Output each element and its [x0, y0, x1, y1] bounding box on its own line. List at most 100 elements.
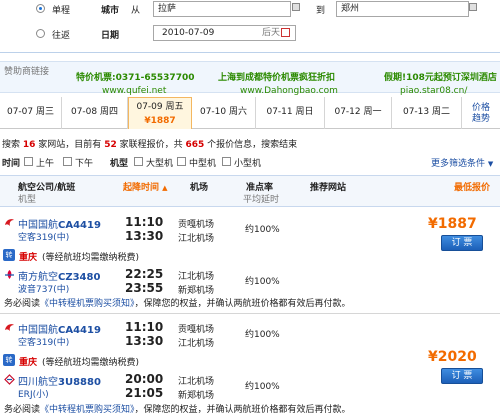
notice: 务必阅读《中转程机票购买须知》，保障您的权益，并确认两航班价格都有效后再付款。 — [4, 296, 351, 309]
ad-1-title[interactable]: 特价机票:0371-65537700 — [76, 70, 194, 83]
leg2-arr-time: 23:55 — [125, 281, 164, 295]
filter-large-label: 大型机 — [146, 159, 174, 169]
filter-large-checkbox[interactable] — [134, 157, 143, 166]
filter-am-label: 上午 — [36, 159, 55, 169]
leg2-ontime: 约100% — [245, 277, 280, 287]
transfer-city: 重庆 — [19, 358, 38, 368]
leg1-dep-airport: 贡嘎机场 — [178, 325, 215, 335]
leg1-arr-airport: 江北机场 — [178, 234, 215, 244]
header-price[interactable]: 最低报价 — [454, 180, 490, 193]
radio-round-trip[interactable] — [36, 29, 45, 38]
ads-bar: 赞助商链接 特价机票:0371-65537700 www.qufei.net 上… — [0, 61, 500, 96]
leg2-airline: 南方航空CZ3480 — [18, 268, 100, 283]
transfer-note: (等经航班均需缴纳税费) — [42, 253, 140, 263]
header-delay: 平均延时 — [243, 195, 280, 205]
book-button[interactable]: 订 票 — [441, 235, 483, 251]
from-city-value: 拉萨 — [158, 4, 177, 14]
leg2-plane[interactable]: ERJ(小) — [18, 387, 49, 400]
result-card-1: 中国国航CA4419 空客319(中) 11:10 13:30 贡嘎机场 江北机… — [0, 212, 500, 309]
to-city-value: 郑州 — [341, 4, 360, 14]
summary-quotes: 665 — [185, 140, 205, 150]
notice-link[interactable]: 《中转程机票购买须知》 — [40, 299, 135, 309]
notice-link[interactable]: 《中转程机票购买须知》 — [40, 405, 135, 415]
to-city-input[interactable]: 郑州 — [336, 1, 469, 17]
date-tab-0713[interactable]: 07-13 周二 — [392, 97, 462, 129]
leg2-dep-airport: 江北机场 — [178, 377, 215, 387]
summary-prefix: 搜索 — [2, 140, 21, 150]
date-tab-label: 07-08 周四 — [70, 107, 118, 117]
from-city-input[interactable]: 拉萨 — [153, 1, 291, 17]
notice-prefix: 务必阅读 — [4, 405, 41, 415]
plane-filter-label: 机型 — [110, 159, 129, 169]
ad-1-url[interactable]: www.qufei.net — [76, 86, 194, 96]
leg2-plane[interactable]: 波音737(中) — [18, 282, 69, 295]
radio-one-way[interactable] — [36, 4, 45, 13]
date-input[interactable]: 2010-07-09 后天 — [153, 25, 296, 41]
leg2-arr-airport: 新郑机场 — [178, 286, 215, 296]
date-tab-0707[interactable]: 07-07 周三 — [0, 97, 62, 129]
air-china-logo-icon — [5, 324, 14, 331]
to-city-dropdown-icon[interactable] — [469, 3, 477, 11]
leg2-dep-time: 22:25 — [125, 267, 164, 281]
filter-medium-checkbox[interactable] — [177, 157, 186, 166]
filter-am-checkbox[interactable] — [24, 157, 33, 166]
calendar-icon[interactable] — [281, 28, 290, 37]
date-tab-label: 07-11 周日 — [266, 107, 314, 117]
price-trend-link[interactable]: 价格 趋势 — [472, 103, 496, 125]
leg1-plane[interactable]: 空客319(中) — [18, 230, 69, 243]
date-tab-label: 07-12 周一 — [334, 107, 382, 117]
ad-2-title[interactable]: 上海到成都特价机票疯狂折扣 — [218, 70, 338, 83]
time-filter-label: 时间 — [2, 159, 21, 169]
ad-3-url[interactable]: piao.star08.cn/ — [384, 86, 497, 96]
leg1-ontime: 约100% — [245, 225, 280, 235]
notice-suffix: ，保障您的权益，并确认两航班价格都有效后再付款。 — [134, 299, 351, 309]
book-button[interactable]: 订 票 — [441, 368, 483, 384]
from-city-dropdown-icon[interactable] — [292, 3, 300, 11]
summary-airlines: 52 — [104, 140, 117, 150]
ad-2[interactable]: 上海到成都特价机票疯狂折扣 www.Dahongbao.com — [218, 70, 338, 96]
to-label: 到 — [316, 6, 326, 16]
leg1-airline: 中国国航CA4419 — [18, 216, 101, 231]
header-dep-time[interactable]: 起降时间 ▲ — [123, 180, 168, 193]
date-tab-0708[interactable]: 07-08 周四 — [62, 97, 128, 129]
from-label: 从 — [131, 6, 141, 16]
leg2-arr-airport: 新郑机场 — [178, 391, 215, 401]
leg1-arr-time: 13:30 — [125, 229, 164, 243]
search-form: 单程 城市 从 拉萨 到 郑州 往返 日期 2010-07-09 后天 — [0, 0, 500, 52]
leg1-dep-time: 11:10 — [125, 215, 164, 229]
filter-medium-label: 中型机 — [189, 159, 217, 169]
summary-sites: 16 — [22, 140, 36, 150]
radio-round-trip-label: 往返 — [52, 31, 71, 41]
air-china-logo-icon — [5, 219, 14, 226]
date-tab-label: 07-09 周五 — [136, 102, 184, 112]
more-filters-link[interactable]: 更多筛选条件 ▼ — [431, 156, 493, 169]
radio-one-way-label: 单程 — [52, 6, 71, 16]
date-label: 日期 — [101, 31, 120, 41]
price: ¥2020 — [428, 349, 477, 365]
date-tab-0712[interactable]: 07-12 周一 — [325, 97, 392, 129]
transfer-icon: 转 — [3, 354, 15, 366]
date-tab-0709-active[interactable]: 07-09 周五 ¥1887 — [128, 97, 192, 129]
leg1-ontime: 约100% — [245, 330, 280, 340]
chevron-down-icon: ▼ — [487, 160, 494, 168]
china-southern-logo-icon — [5, 270, 14, 279]
header-dep-time-label: 起降时间 — [123, 183, 160, 193]
ads-label: 赞助商链接 — [4, 67, 50, 77]
summary-text-3: 家联程报价，共 — [119, 140, 183, 150]
date-tab-0711[interactable]: 07-11 周日 — [256, 97, 325, 129]
more-filters-label: 更多筛选条件 — [431, 159, 486, 169]
date-tab-price: ¥1887 — [144, 116, 176, 126]
results-table-header: 航空公司/航班 机型 起降时间 ▲ 机场 准点率 平均延时 推荐网站 最低报价 — [0, 175, 500, 207]
filter-small-checkbox[interactable] — [222, 157, 231, 166]
leg2-flight-no[interactable]: 3U8880 — [58, 377, 101, 388]
ad-3-title[interactable]: 假期!108元起预订深圳酒店 — [384, 70, 497, 83]
leg1-plane[interactable]: 空客319(中) — [18, 335, 69, 348]
ad-3[interactable]: 假期!108元起预订深圳酒店 piao.star08.cn/ — [384, 70, 497, 96]
filter-small-label: 小型机 — [234, 159, 262, 169]
transfer-note: (等经航班均需缴纳税费) — [42, 358, 140, 368]
search-summary: 搜索 16 家网站，目前有 52 家联程报价，共 665 个报价信息，搜索结束 — [2, 137, 297, 150]
filter-pm-checkbox[interactable] — [63, 157, 72, 166]
ad-1[interactable]: 特价机票:0371-65537700 www.qufei.net — [76, 70, 194, 96]
ad-2-url[interactable]: www.Dahongbao.com — [218, 86, 338, 96]
date-tab-0710[interactable]: 07-10 周六 — [192, 97, 256, 129]
